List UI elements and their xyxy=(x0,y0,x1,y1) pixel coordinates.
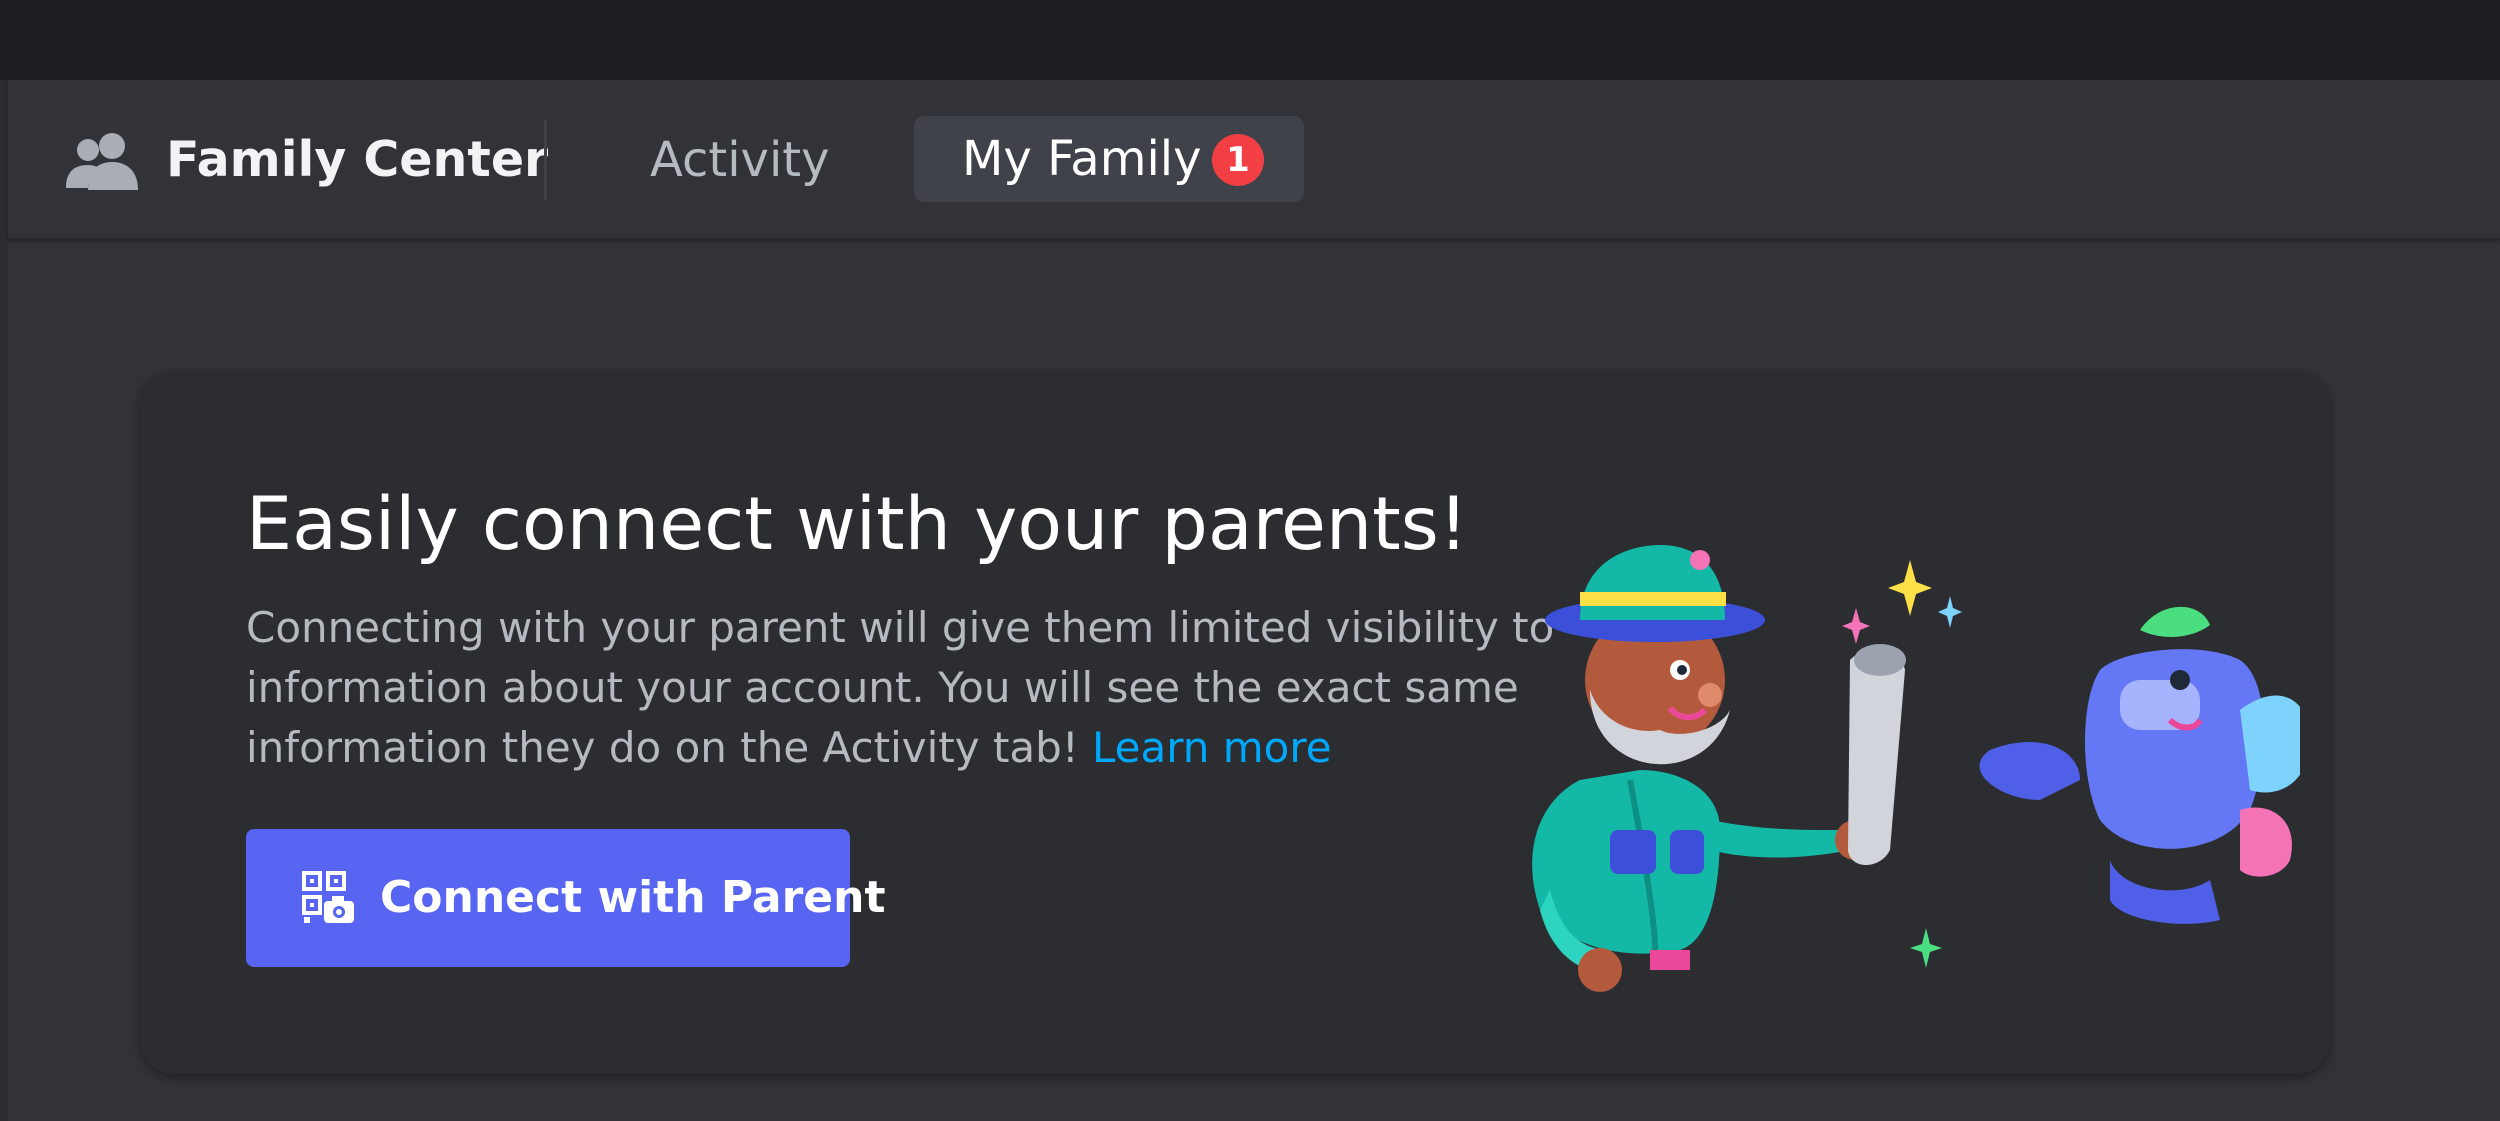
grandpa-and-discord-mascot-illustration xyxy=(1532,545,2300,992)
sidebar-edge xyxy=(0,80,8,1121)
card-description: Connecting with your parent will give th… xyxy=(246,598,1626,778)
family-center-header: Family Center Activity My Family 1 xyxy=(8,80,2500,240)
learn-more-link[interactable]: Learn more xyxy=(1092,723,1332,772)
window-top-bar xyxy=(0,0,2500,80)
connect-with-parent-label: Connect with Parent xyxy=(380,872,886,923)
page-title: Family Center xyxy=(166,131,549,188)
header-divider xyxy=(544,120,547,200)
tab-my-family[interactable]: My Family 1 xyxy=(914,116,1304,202)
notification-badge: 1 xyxy=(1212,134,1264,186)
tab-activity[interactable]: Activity xyxy=(626,120,854,200)
connect-parents-card: Easily connect with your parents! Connec… xyxy=(140,370,2330,1074)
card-title: Easily connect with your parents! xyxy=(246,482,1469,567)
people-icon xyxy=(66,133,138,190)
connect-with-parent-button[interactable]: Connect with Parent xyxy=(246,829,886,967)
qr-camera-icon xyxy=(302,871,354,923)
tab-my-family-label: My Family xyxy=(962,131,1202,187)
card-description-text: Connecting with your parent will give th… xyxy=(246,603,1555,772)
